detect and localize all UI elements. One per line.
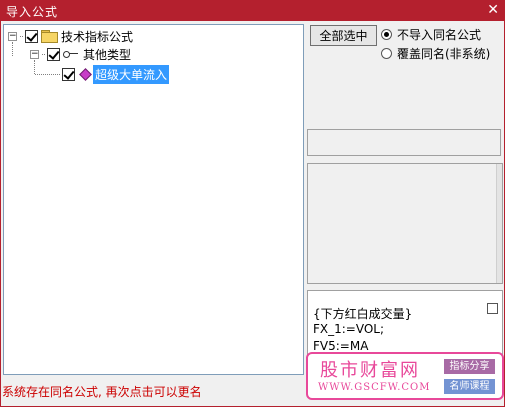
watermark-tag-course: 名师课程	[444, 379, 495, 394]
tree-connector	[20, 35, 23, 37]
radio-skip-icon[interactable]	[381, 29, 392, 40]
formula-diamond-icon	[78, 68, 90, 80]
code-line: FX_1:=VOL;	[313, 322, 385, 336]
tree-node-leaf[interactable]: 超级大单流入	[35, 64, 170, 84]
code-option-checkbox[interactable]	[487, 303, 498, 314]
watermark-logo: 股市财富网 WWW.GSCFW.COM 指标分享 名师课程	[306, 352, 504, 400]
formula-name-box	[307, 129, 501, 156]
select-all-button[interactable]: 全部选中	[310, 25, 377, 46]
folder-icon	[41, 30, 58, 43]
watermark-url: WWW.GSCFW.COM	[318, 382, 431, 393]
collapse-icon[interactable]: −	[8, 31, 17, 41]
root-checkbox[interactable]	[25, 29, 38, 43]
tree-node-root[interactable]: − 技术指标公式	[8, 27, 133, 45]
watermark-tag-share: 指标分享	[444, 359, 495, 374]
group-checkbox[interactable]	[47, 47, 60, 61]
collapse-icon[interactable]: −	[30, 49, 39, 59]
tree-connector	[35, 73, 60, 75]
key-icon	[63, 49, 79, 59]
code-line: FV5:=MA	[313, 339, 369, 353]
formula-description-box	[307, 163, 503, 284]
code-line: {下方红白成交量}	[313, 307, 413, 321]
leaf-checkbox[interactable]	[62, 67, 75, 81]
radio-skip-label: 不导入同名公式	[397, 28, 482, 42]
import-formula-dialog: − 技术指标公式 − 其他类型 超级大单流入 全部选中 不导入同名公式 覆盖同名…	[0, 21, 505, 407]
close-icon[interactable]: ✕	[487, 1, 499, 19]
title-bar: 导入公式 ✕	[0, 0, 505, 21]
tree-node-group[interactable]: − 其他类型	[30, 45, 131, 63]
tree-node-label-selected: 超级大单流入	[93, 64, 170, 84]
radio-overwrite-icon[interactable]	[381, 48, 392, 59]
watermark-brand: 股市财富网	[320, 360, 420, 381]
radio-skip-duplicates[interactable]: 不导入同名公式	[381, 26, 481, 43]
radio-overwrite-label: 覆盖同名(非系统)	[397, 47, 491, 61]
tree-node-label: 其他类型	[83, 47, 132, 62]
window-title: 导入公式	[6, 5, 59, 19]
formula-tree[interactable]: − 技术指标公式 − 其他类型 超级大单流入	[3, 24, 304, 375]
description-scrollbar[interactable]	[496, 164, 502, 283]
status-message: 系统存在同名公式, 再次点击可以更名	[2, 385, 202, 399]
tree-node-label: 技术指标公式	[61, 29, 134, 44]
radio-overwrite-duplicates[interactable]: 覆盖同名(非系统)	[381, 45, 490, 62]
tree-connector	[42, 53, 45, 55]
